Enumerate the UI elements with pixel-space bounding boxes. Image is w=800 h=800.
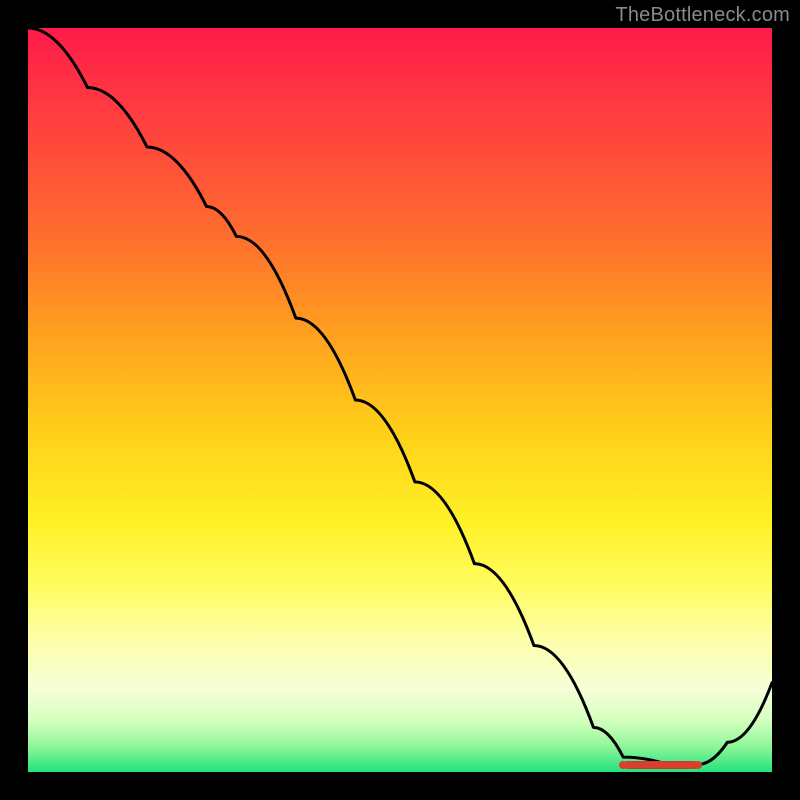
watermark-text: TheBottleneck.com — [615, 4, 790, 27]
curve-layer — [28, 28, 772, 772]
bottleneck-curve — [28, 28, 772, 765]
marker-dot-end — [694, 761, 702, 769]
chart-frame: TheBottleneck.com — [0, 0, 800, 800]
optimal-range-marker — [623, 761, 697, 769]
plot-area — [28, 28, 772, 772]
marker-dot-start — [619, 761, 627, 769]
